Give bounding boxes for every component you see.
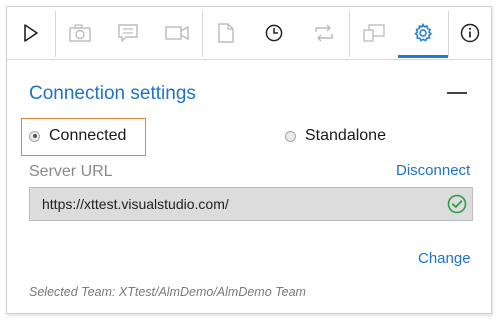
server-url-value: https://xttest.visualstudio.com/ bbox=[42, 196, 229, 212]
video-icon[interactable] bbox=[152, 7, 202, 59]
selected-team-text: Selected Team: XTtest/AlmDemo/AlmDemo Te… bbox=[29, 285, 306, 299]
sync-icon[interactable] bbox=[299, 7, 349, 59]
section-title: Connection settings bbox=[29, 83, 196, 104]
document-icon[interactable] bbox=[203, 7, 249, 59]
connection-panel: Connection settings Connected Standalone… bbox=[6, 6, 492, 314]
clock-icon[interactable] bbox=[249, 7, 299, 59]
info-icon[interactable] bbox=[449, 7, 491, 59]
change-link[interactable]: Change bbox=[418, 250, 471, 267]
active-tab-indicator bbox=[398, 55, 448, 58]
connected-radio-option[interactable]: Connected bbox=[29, 127, 126, 145]
play-icon[interactable] bbox=[7, 7, 55, 59]
standalone-radio[interactable] bbox=[285, 130, 296, 142]
toolbar bbox=[7, 7, 491, 60]
server-url-field[interactable]: https://xttest.visualstudio.com/ bbox=[29, 187, 473, 221]
comment-icon[interactable] bbox=[104, 7, 152, 59]
standalone-radio-option[interactable]: Standalone bbox=[285, 127, 386, 145]
collapse-button[interactable] bbox=[445, 85, 469, 101]
server-url-label: Server URL bbox=[29, 163, 113, 180]
screens-icon[interactable] bbox=[350, 7, 398, 59]
check-circle-icon bbox=[447, 194, 467, 219]
connected-radio[interactable] bbox=[29, 130, 40, 142]
camera-icon[interactable] bbox=[56, 7, 104, 59]
standalone-label: Standalone bbox=[305, 127, 386, 144]
minus-icon bbox=[447, 92, 467, 94]
connected-label: Connected bbox=[49, 127, 127, 144]
disconnect-link[interactable]: Disconnect bbox=[396, 162, 470, 179]
gear-icon[interactable] bbox=[398, 7, 448, 59]
